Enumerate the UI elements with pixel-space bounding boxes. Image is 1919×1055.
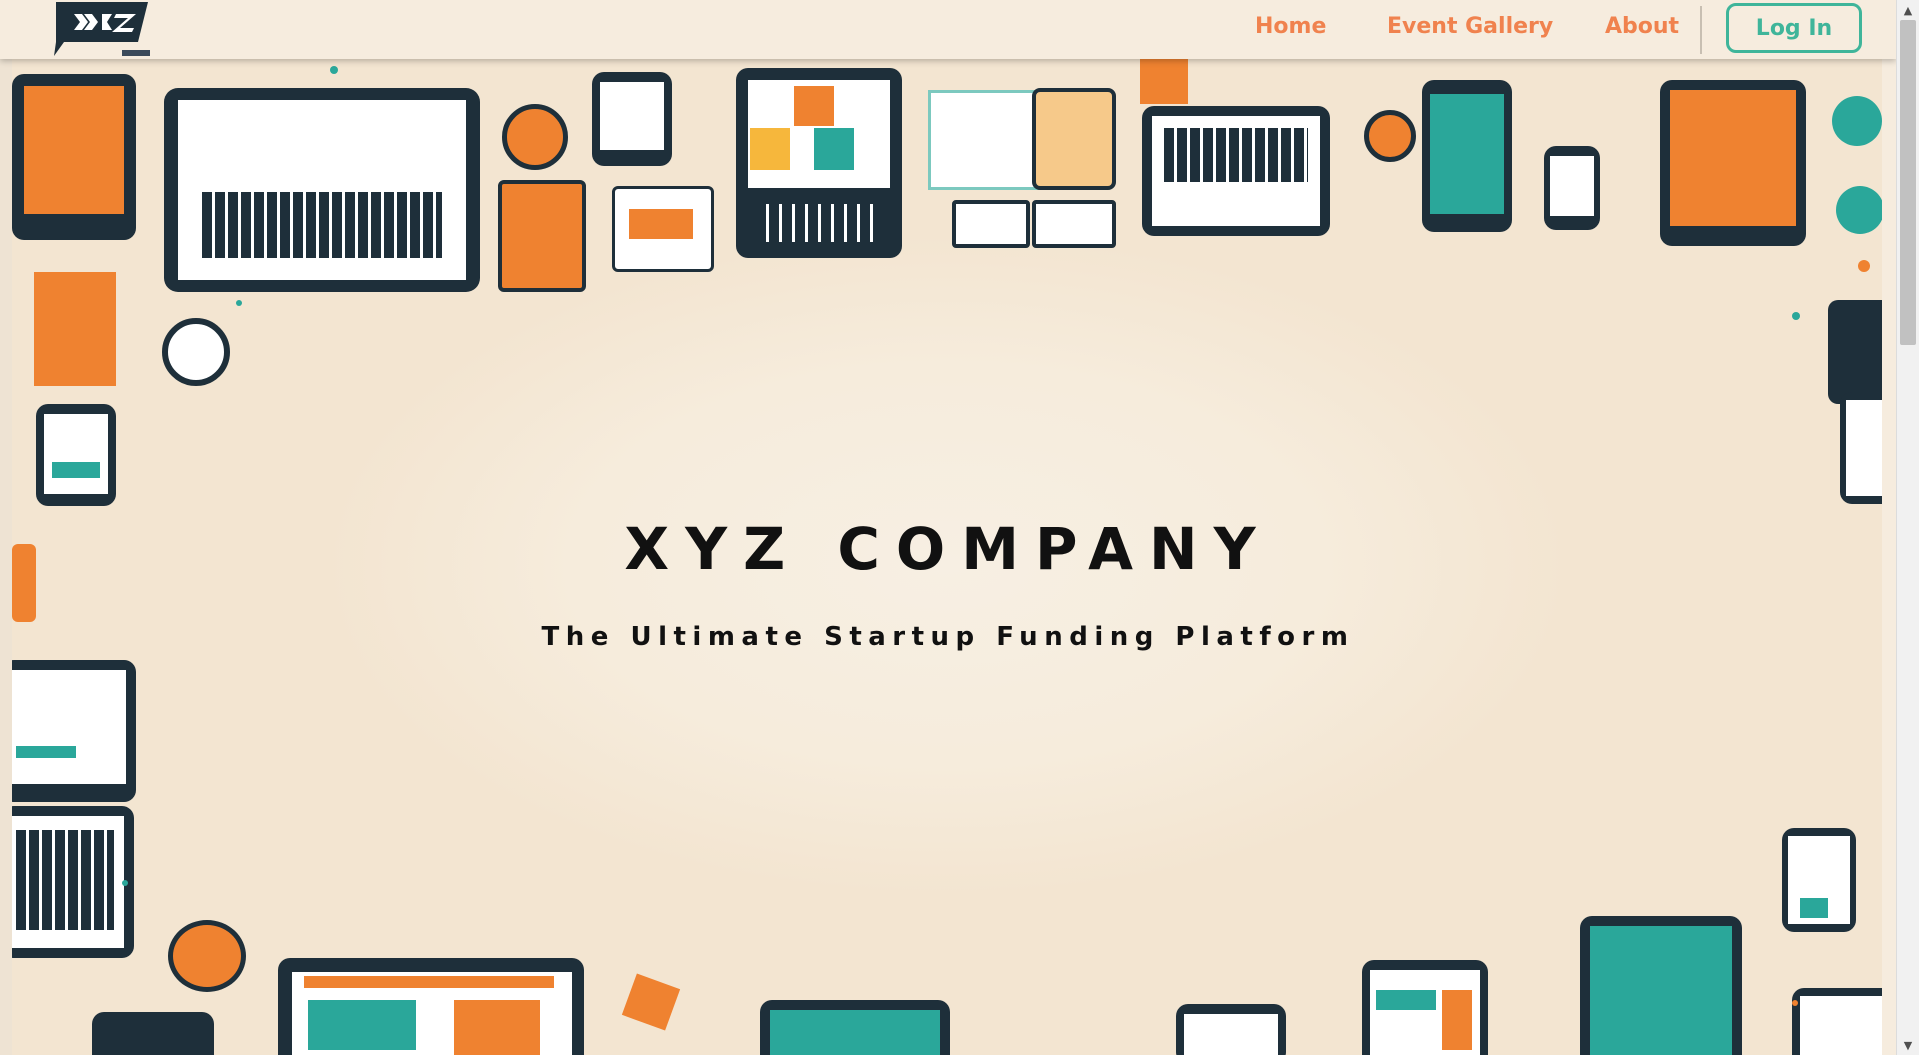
logo-badge [122,50,150,56]
device-illustration [1362,960,1488,1055]
device-illustration [12,806,134,958]
page-viewport: Home Event Gallery About Log In XYZ COMP… [0,0,1919,1055]
device-illustration [1544,146,1600,230]
site-header: Home Event Gallery About Log In [0,0,1896,59]
device-illustration [498,180,586,292]
circle-decoration [162,318,230,386]
device-illustration [1176,1004,1286,1055]
device-illustration [760,1000,950,1055]
nav-event-gallery[interactable]: Event Gallery [1387,14,1553,39]
device-illustration [1792,988,1882,1055]
circle-decoration [168,920,246,992]
device-illustration [928,90,1040,190]
device-illustration [1840,392,1882,504]
device-illustration [1660,80,1806,246]
device-illustration [92,1012,214,1055]
device-illustration [1782,828,1856,932]
device-illustration [952,200,1030,248]
device-illustration [1142,106,1330,236]
scrollbar-thumb[interactable] [1900,20,1916,345]
dot-decoration [122,880,128,886]
device-illustration [1032,88,1116,190]
dot-decoration [1792,1000,1798,1006]
device-illustration [1828,300,1882,404]
circle-decoration [502,104,568,170]
circle-decoration [1364,110,1416,162]
device-illustration [12,660,136,802]
page-scrollbar[interactable]: ▲ ▼ [1896,0,1919,1055]
company-logo[interactable] [54,2,148,56]
scroll-down-icon[interactable]: ▼ [1897,1035,1919,1055]
dot-decoration [1858,260,1870,272]
device-illustration [592,72,672,166]
device-illustration [612,186,714,272]
device-illustration [278,958,584,1055]
device-illustration [1032,200,1116,248]
nav-home[interactable]: Home [1255,14,1326,39]
device-illustration [1140,58,1188,104]
device-illustration [1422,80,1512,232]
device-illustration [36,404,116,506]
nav-about[interactable]: About [1605,14,1679,39]
device-illustration [34,272,116,386]
dot-decoration [236,300,242,306]
circle-decoration [1832,96,1882,146]
device-illustration [12,74,136,240]
circle-decoration [1836,186,1882,234]
device-illustration [1580,916,1742,1055]
shape-decoration [621,973,681,1031]
dot-decoration [1792,312,1800,320]
xyz-logo-icon [54,2,148,56]
hero-title: XYZ COMPANY [624,515,1272,583]
scroll-up-icon[interactable]: ▲ [1897,0,1919,20]
device-illustration [164,88,480,292]
dot-decoration [330,66,338,74]
login-button[interactable]: Log In [1726,3,1862,53]
hero-subtitle: The Ultimate Startup Funding Platform [541,622,1355,652]
nav-divider [1700,6,1702,54]
device-illustration [736,68,902,258]
